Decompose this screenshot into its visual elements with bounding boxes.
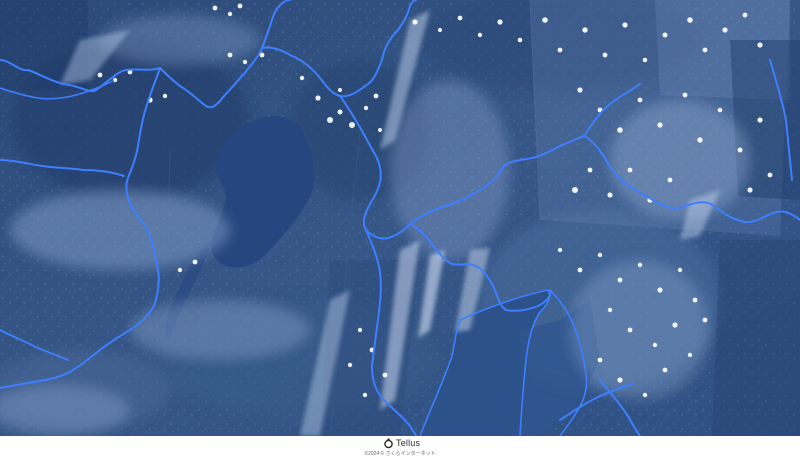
map-footer: Tellus ©2024 © さくらインターネット — [0, 436, 800, 459]
satellite-map[interactable] — [0, 0, 800, 436]
copyright-text: ©2024 © さくらインターネット — [364, 451, 436, 457]
tellus-logo: Tellus — [383, 437, 420, 449]
tellus-logo-icon — [384, 437, 393, 448]
logo-text: Tellus — [396, 438, 421, 448]
map-viewer: Tellus ©2024 © さくらインターネット — [0, 0, 800, 459]
satellite-image — [0, 0, 800, 436]
